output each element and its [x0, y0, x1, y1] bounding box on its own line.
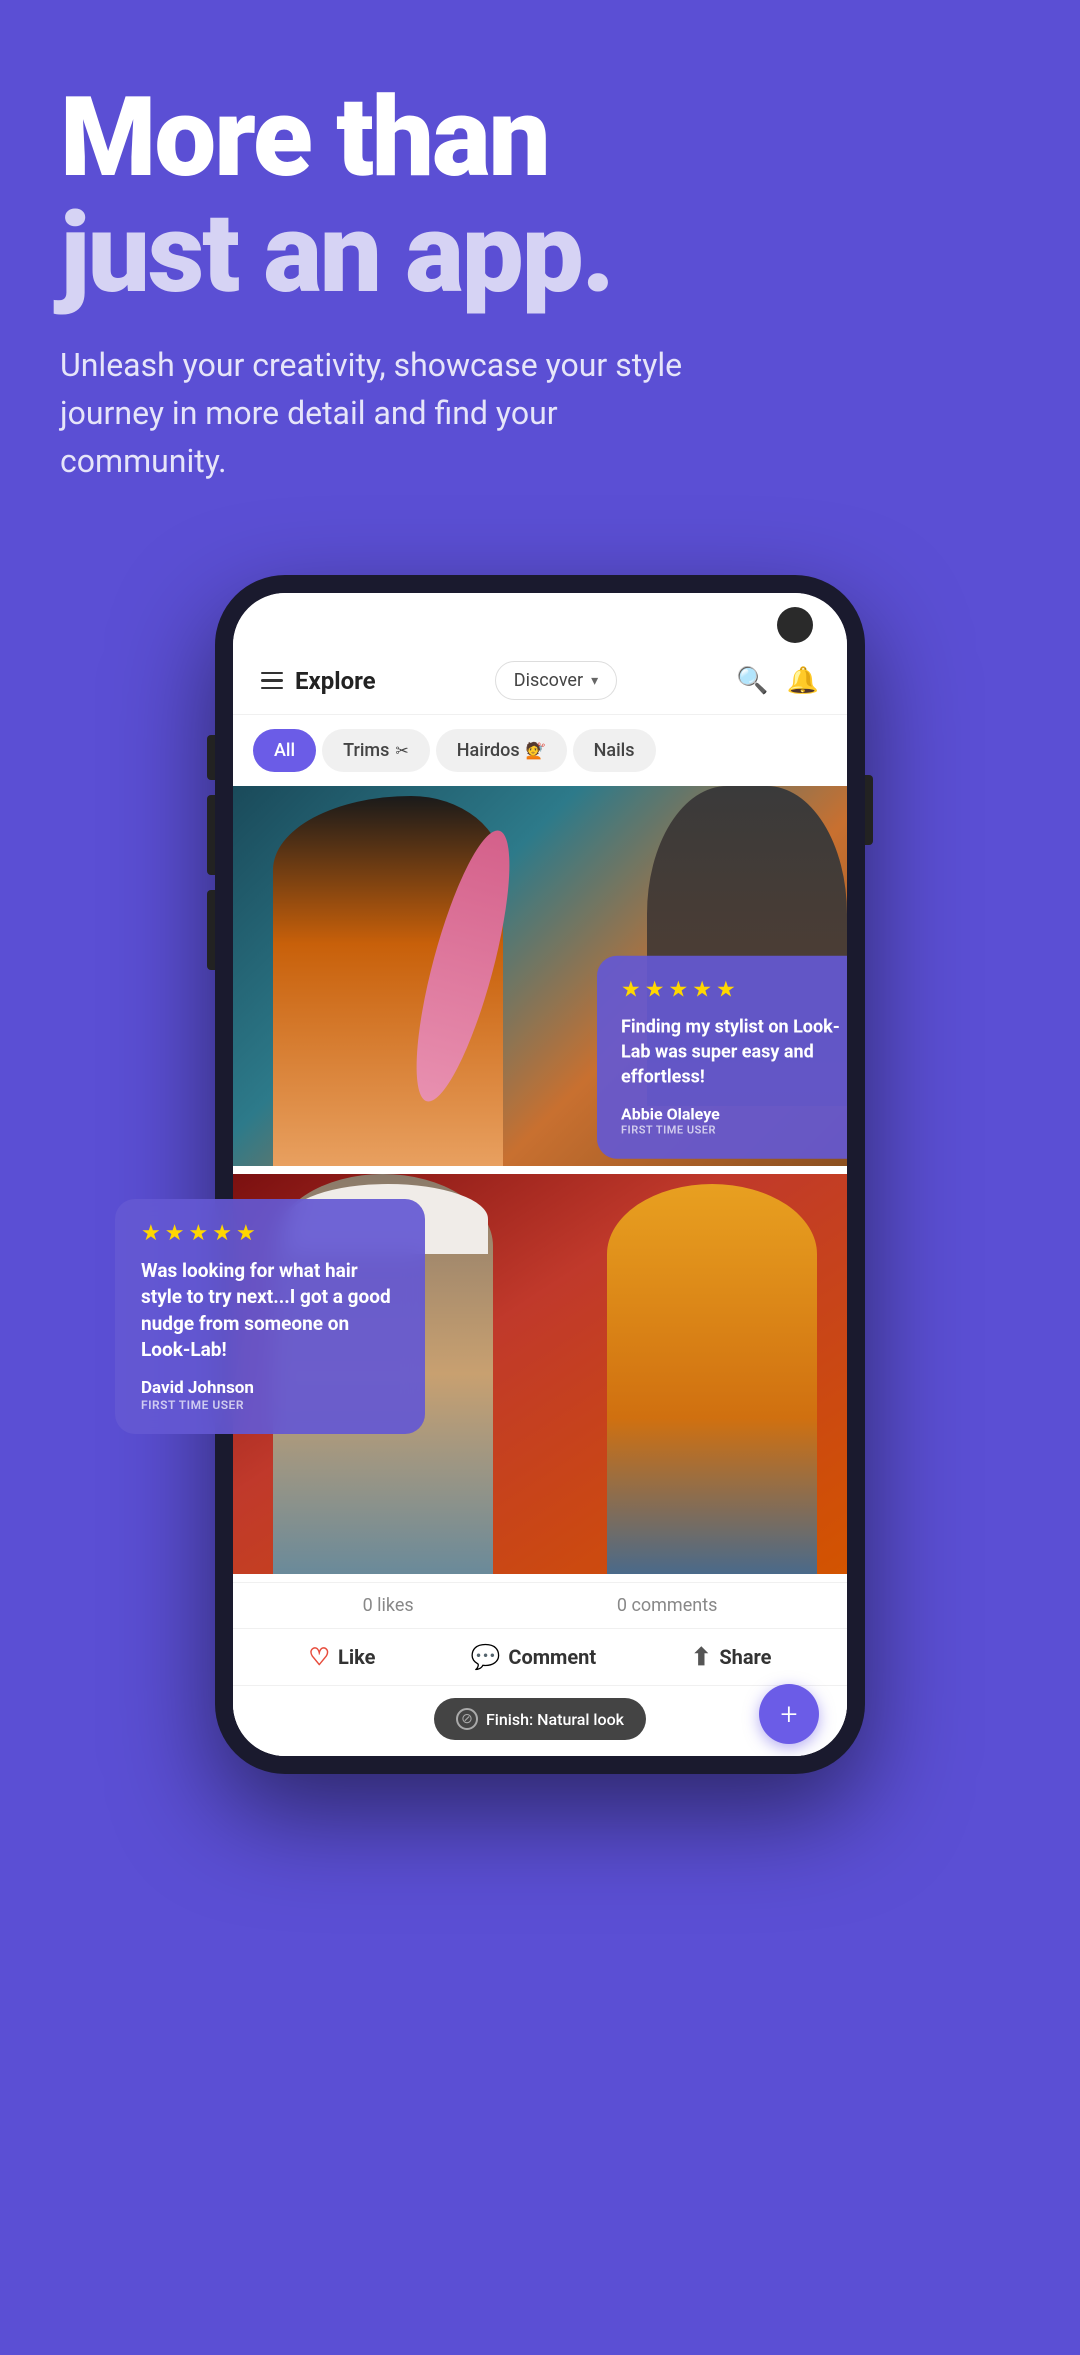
review-text-left: Was looking for what hair style to try n… [141, 1258, 399, 1364]
phone-wrapper: ★ ★ ★ ★ ★ Was looking for what hair styl… [215, 575, 865, 1774]
discover-dropdown[interactable]: Discover ▾ [495, 661, 617, 700]
silent-button [207, 735, 215, 780]
front-camera [777, 607, 813, 643]
header-right: 🔍 🔔 [736, 666, 819, 696]
app-header: Explore Discover ▾ 🔍 🔔 [233, 641, 847, 715]
power-button [865, 775, 873, 845]
reviewer-name-right: Abbie Olaleye [621, 1104, 847, 1123]
fab-icon: + [781, 1697, 798, 1732]
comment-button[interactable]: 💬 Comment [470, 1643, 596, 1671]
bell-icon[interactable]: 🔔 [787, 666, 819, 696]
search-icon[interactable]: 🔍 [736, 666, 768, 696]
hairdryer-icon: 💇 [526, 741, 546, 760]
stars-left: ★ ★ ★ ★ ★ [141, 1221, 399, 1246]
fab-add-button[interactable]: + [759, 1684, 819, 1744]
header-left: Explore [261, 667, 376, 695]
hero-title: More than just an app. [60, 80, 1020, 311]
bottom-bar: ⊘ Finish: Natural look + [233, 1685, 847, 1756]
hero-title-line2: just an app. [60, 189, 613, 318]
status-bar [233, 593, 847, 641]
filter-label-all: All [274, 740, 295, 761]
filter-label-nails: Nails [594, 740, 635, 761]
phone-screen: Explore Discover ▾ 🔍 🔔 All [233, 593, 847, 1756]
hamburger-line-2 [261, 679, 283, 682]
filter-tabs: All Trims ✂ Hairdos 💇 Nails [233, 715, 847, 786]
scissors-icon: ✂ [395, 741, 408, 760]
comments-count: 0 comments [617, 1595, 718, 1616]
phone-container: ★ ★ ★ ★ ★ Was looking for what hair styl… [0, 575, 1080, 1774]
hero-section: More than just an app. Unleash your crea… [0, 0, 1080, 525]
share-icon: ⬆ [691, 1643, 711, 1671]
review-text-right: Finding my stylist on Look-Lab was super… [621, 1015, 847, 1091]
heart-icon: ♡ [309, 1643, 331, 1671]
review-card-right: ★ ★ ★ ★ ★ Finding my stylist on Look-Lab… [597, 956, 847, 1159]
finish-icon: ⊘ [456, 1708, 478, 1730]
volume-down-button [207, 890, 215, 970]
reviewer-name-left: David Johnson [141, 1378, 399, 1398]
likes-count: 0 likes [363, 1595, 414, 1616]
comment-icon: 💬 [470, 1643, 500, 1671]
phone-frame: Explore Discover ▾ 🔍 🔔 All [215, 575, 865, 1774]
reviewer-badge-right: FIRST TIME USER [621, 1123, 847, 1136]
image-card-1: ★ ★ ★ ★ ★ Finding my stylist on Look-Lab… [233, 786, 847, 1166]
filter-tab-hairdos[interactable]: Hairdos 💇 [436, 729, 567, 772]
hamburger-line-1 [261, 672, 283, 675]
chevron-down-icon: ▾ [591, 673, 598, 689]
volume-up-button [207, 795, 215, 875]
filter-label-trims: Trims [343, 740, 389, 761]
hamburger-line-3 [261, 687, 283, 690]
hero-title-line1: More than [60, 73, 549, 202]
like-label: Like [338, 1645, 375, 1669]
like-button[interactable]: ♡ Like [309, 1643, 376, 1671]
finish-label: Finish: Natural look [486, 1710, 624, 1729]
hamburger-menu[interactable] [261, 672, 283, 690]
discover-label: Discover [514, 670, 583, 691]
filter-label-hairdos: Hairdos [457, 740, 520, 761]
explore-label: Explore [295, 667, 376, 695]
filter-tab-all[interactable]: All [253, 729, 316, 772]
finish-tag[interactable]: ⊘ Finish: Natural look [434, 1698, 646, 1740]
post-actions: ♡ Like 💬 Comment ⬆ Share [233, 1628, 847, 1685]
stars-right: ★ ★ ★ ★ ★ [621, 978, 847, 1003]
review-card-left: ★ ★ ★ ★ ★ Was looking for what hair styl… [115, 1199, 425, 1434]
guy2-silhouette [607, 1184, 817, 1574]
comment-label: Comment [508, 1645, 596, 1669]
hero-subtitle: Unleash your creativity, showcase your s… [60, 341, 710, 485]
share-label: Share [719, 1645, 771, 1669]
reviewer-badge-left: FIRST TIME USER [141, 1398, 399, 1412]
filter-tab-trims[interactable]: Trims ✂ [322, 729, 430, 772]
post-stats: 0 likes 0 comments [233, 1582, 847, 1628]
share-button[interactable]: ⬆ Share [691, 1643, 771, 1671]
filter-tab-nails[interactable]: Nails [573, 729, 656, 772]
